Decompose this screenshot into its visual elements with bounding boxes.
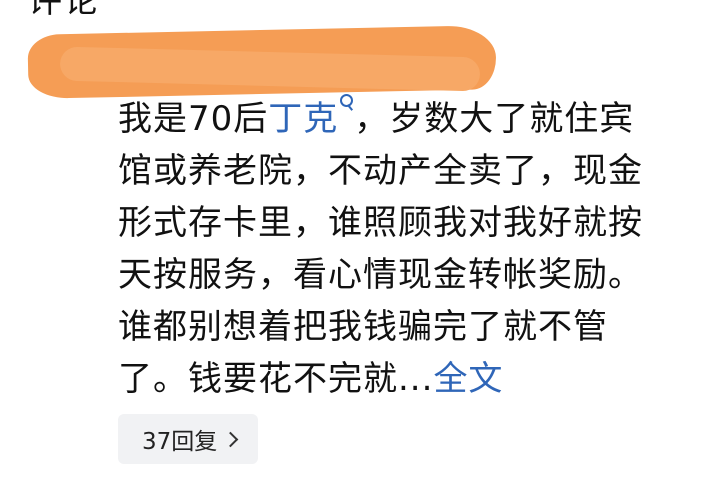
comment-body: 我是70后丁克 ，岁数大了就住宾 馆或养老院，不动产全卖了，现金 形式存卡里，谁照… [118,93,678,405]
comment-line-1: 我是70后丁克 ，岁数大了就住宾 [118,93,678,145]
replies-label: 37回复 [142,429,218,455]
keyword-link[interactable]: 丁克 [268,99,338,139]
comment-line-2: 馆或养老院，不动产全卖了，现金 [118,151,643,191]
comment-line-3: 形式存卡里，谁照顾我对我好就按 [118,203,643,243]
top-partial-text: 评论 [28,0,100,21]
comment-text: 我是70后 [118,99,269,139]
comment-text: ，岁数大了就住宾 [354,99,635,139]
comment-line-6: 了。钱要花不完就...全文 [118,353,678,405]
comment-line-4: 天按服务，看心情现金转帐奖励。 [118,255,643,295]
search-icon[interactable] [340,94,354,116]
replies-button[interactable]: 37回复 [118,414,259,464]
comment-line-5: 谁都别想着把我钱骗完了就不管 [118,307,608,347]
comment-screen: 评论 我是70后丁克 ，岁数大了就住宾 馆或养老院，不动产全卖了，现金 形式存卡里… [0,0,720,495]
full-text-link[interactable]: 全文 [433,359,503,399]
chevron-right-icon [223,431,239,447]
comment-text: 了。钱要花不完就... [118,359,434,399]
